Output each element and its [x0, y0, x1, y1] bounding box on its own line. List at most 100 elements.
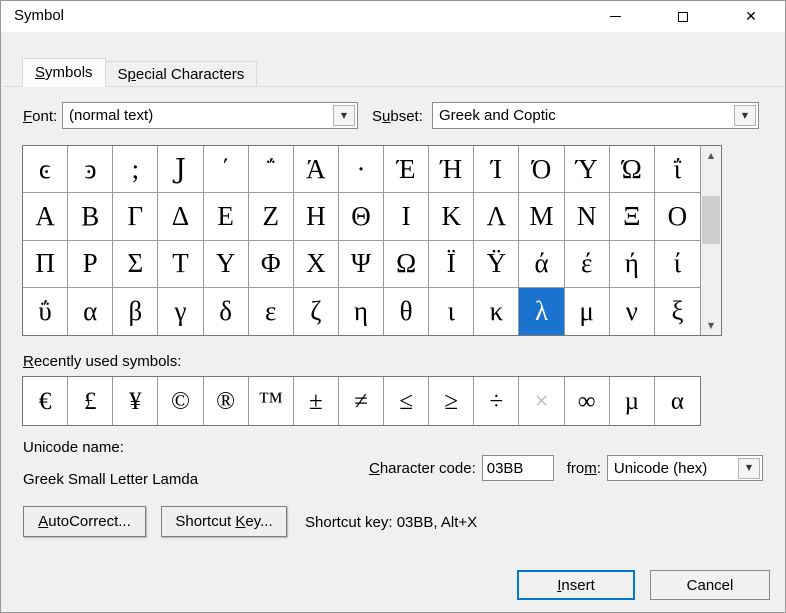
minimize-button[interactable] — [581, 1, 649, 32]
insert-button[interactable]: Insert — [517, 570, 635, 600]
symbol-cell[interactable]: δ — [203, 287, 249, 335]
scroll-up-button[interactable]: ▲ — [701, 146, 721, 165]
symbol-cell[interactable]: ή — [609, 240, 655, 288]
symbol-cell[interactable]: ί — [654, 240, 700, 288]
font-label: Font: — [23, 108, 58, 125]
symbol-cell[interactable]: Έ — [384, 146, 430, 194]
symbol-cell[interactable]: Ν — [564, 193, 610, 241]
symbol-cell[interactable]: η — [338, 287, 385, 335]
recent-symbol-cell[interactable]: £ — [68, 377, 114, 425]
symbol-cell[interactable]: Γ — [113, 193, 159, 241]
symbol-cell[interactable]: Ύ — [564, 146, 610, 194]
recent-symbol-cell[interactable]: © — [158, 377, 204, 425]
symbol-cell[interactable]: Ϳ — [158, 146, 204, 194]
symbol-cell[interactable]: Α — [23, 193, 69, 241]
recent-symbol-cell[interactable]: ± — [293, 377, 339, 425]
symbol-cell[interactable]: Θ — [338, 193, 385, 241]
symbol-cell[interactable]: Ξ — [609, 193, 655, 241]
symbol-cell[interactable]: Ώ — [609, 146, 655, 194]
shortcut-key-button[interactable]: Shortcut Key... — [161, 506, 287, 537]
symbol-cell[interactable]: κ — [474, 287, 520, 335]
symbol-cell[interactable]: Ο — [654, 193, 700, 241]
symbol-cell[interactable]: ε — [248, 287, 294, 335]
symbol-cell[interactable]: ΰ — [23, 287, 69, 335]
symbol-cell[interactable]: ΄ — [203, 146, 249, 194]
symbol-cell[interactable]: α — [68, 287, 114, 335]
symbol-cell[interactable]: Ή — [429, 146, 475, 194]
subset-select[interactable]: Greek and Coptic ▼ — [432, 102, 759, 129]
symbol-cell[interactable]: ͼ — [23, 146, 69, 194]
symbol-cell[interactable]: Τ — [158, 240, 204, 288]
symbol-cell[interactable]: Ό — [519, 146, 565, 194]
symbol-cell[interactable]: λ — [519, 287, 565, 335]
subset-select-arrow-button[interactable]: ▼ — [734, 105, 756, 126]
symbol-cell[interactable]: Κ — [429, 193, 475, 241]
recent-symbol-cell[interactable]: ≠ — [338, 377, 385, 425]
symbol-cell[interactable]: Ά — [293, 146, 339, 194]
recent-symbol-cell[interactable]: × — [519, 377, 565, 425]
symbol-cell[interactable]: μ — [564, 287, 610, 335]
symbol-cell[interactable]: ; — [113, 146, 159, 194]
tab-symbols[interactable]: Symbols — [22, 58, 106, 87]
recent-symbol-cell[interactable]: ™ — [248, 377, 294, 425]
title-bar: Symbol ✕ — [1, 1, 785, 32]
symbol-cell[interactable]: Β — [68, 193, 114, 241]
symbol-cell[interactable]: Υ — [203, 240, 249, 288]
symbol-cell[interactable]: Ρ — [68, 240, 114, 288]
symbol-cell[interactable]: ι — [429, 287, 475, 335]
symbol-cell[interactable]: · — [338, 146, 385, 194]
symbol-cell[interactable]: ξ — [654, 287, 700, 335]
symbol-cell[interactable]: Ζ — [248, 193, 294, 241]
recent-symbol-cell[interactable]: € — [23, 377, 69, 425]
symbol-cell[interactable]: Π — [23, 240, 69, 288]
symbol-cell[interactable]: Ϋ — [474, 240, 520, 288]
symbol-cell[interactable]: Σ — [113, 240, 159, 288]
recent-symbol-cell[interactable]: ® — [203, 377, 249, 425]
symbol-cell[interactable]: Δ — [158, 193, 204, 241]
from-select[interactable]: Unicode (hex) ▼ — [606, 455, 763, 481]
scroll-thumb[interactable] — [702, 196, 720, 244]
recent-symbol-cell[interactable]: ≥ — [429, 377, 475, 425]
symbol-cell[interactable]: ͽ — [68, 146, 114, 194]
character-code-row: Character code: from: Unicode (hex) ▼ — [369, 454, 763, 482]
close-button[interactable]: ✕ — [717, 1, 785, 32]
symbol-cell[interactable]: θ — [384, 287, 430, 335]
close-icon: ✕ — [745, 8, 757, 25]
symbol-cell[interactable]: ά — [519, 240, 565, 288]
symbol-cell[interactable]: ΅ — [248, 146, 294, 194]
font-select[interactable]: (normal text) ▼ — [62, 102, 358, 129]
symbol-cell[interactable]: έ — [564, 240, 610, 288]
symbol-cell[interactable]: Φ — [248, 240, 294, 288]
recent-symbol-cell[interactable]: ∞ — [564, 377, 610, 425]
symbol-cell[interactable]: Ψ — [338, 240, 385, 288]
from-select-arrow-button[interactable]: ▼ — [737, 457, 760, 479]
cancel-button[interactable]: Cancel — [650, 570, 770, 600]
recent-symbol-cell[interactable]: ≤ — [384, 377, 430, 425]
autocorrect-button[interactable]: AutoCorrect... — [23, 506, 146, 537]
symbol-cell[interactable]: ζ — [293, 287, 339, 335]
recent-symbol-cell[interactable]: ÷ — [474, 377, 520, 425]
symbol-cell[interactable]: Ε — [203, 193, 249, 241]
symbol-cell[interactable]: Λ — [474, 193, 520, 241]
symbol-cell[interactable]: ΐ — [654, 146, 700, 194]
recent-symbol-cell[interactable]: µ — [609, 377, 655, 425]
scroll-down-button[interactable]: ▼ — [701, 316, 721, 335]
font-select-arrow-button[interactable]: ▼ — [333, 105, 355, 126]
symbol-cell[interactable]: β — [113, 287, 159, 335]
character-code-input[interactable] — [481, 455, 554, 481]
scroll-track[interactable] — [701, 165, 721, 316]
symbol-cell[interactable]: Χ — [293, 240, 339, 288]
symbol-cell[interactable]: Η — [293, 193, 339, 241]
symbol-cell[interactable]: Ϊ — [429, 240, 475, 288]
tab-special-characters[interactable]: Special Characters — [105, 61, 258, 87]
maximize-button[interactable] — [649, 1, 717, 32]
symbol-cell[interactable]: Ί — [474, 146, 520, 194]
recent-symbol-cell[interactable]: α — [654, 377, 700, 425]
symbol-grid-scrollbar[interactable]: ▲ ▼ — [700, 146, 721, 335]
symbol-cell[interactable]: Ω — [384, 240, 430, 288]
symbol-cell[interactable]: γ — [158, 287, 204, 335]
symbol-cell[interactable]: Μ — [519, 193, 565, 241]
symbol-cell[interactable]: Ι — [384, 193, 430, 241]
symbol-cell[interactable]: ν — [609, 287, 655, 335]
recent-symbol-cell[interactable]: ¥ — [113, 377, 159, 425]
